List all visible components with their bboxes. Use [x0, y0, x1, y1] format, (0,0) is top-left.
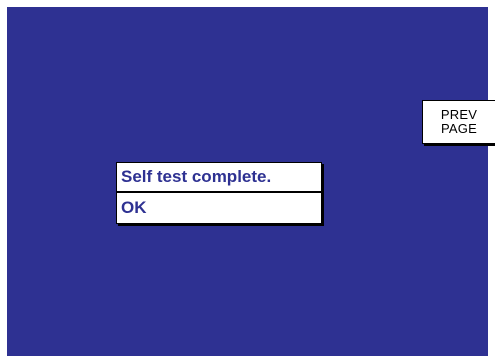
- display-screen: PREV PAGE Self test complete. OK: [7, 7, 495, 356]
- self-test-dialog: Self test complete. OK: [116, 162, 322, 224]
- ok-button[interactable]: OK: [117, 193, 321, 223]
- prev-page-label-line1: PREV: [440, 107, 478, 122]
- prev-page-label-line2: PAGE: [441, 121, 477, 136]
- dialog-message: Self test complete.: [117, 163, 321, 193]
- prev-page-button[interactable]: PREV PAGE: [422, 100, 495, 144]
